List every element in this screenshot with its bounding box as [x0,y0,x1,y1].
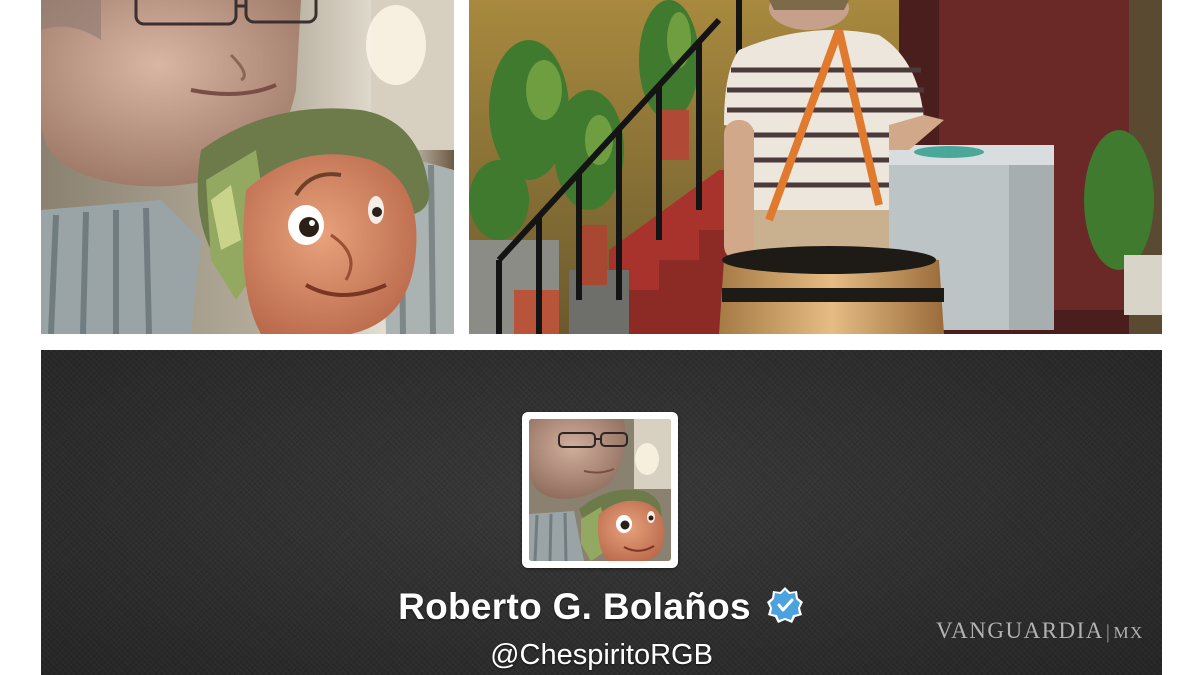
man-in-barrel-photo-image [469,0,1162,334]
man-with-puppet-photo-image [41,0,454,334]
photo-man-in-barrel [469,0,1162,334]
profile-name[interactable]: Roberto G. Bolaños [398,586,751,628]
watermark-text: VANGUARDIA [936,618,1104,643]
watermark-suffix: MX [1113,623,1144,642]
profile-avatar[interactable] [522,412,678,568]
watermark-separator: | [1105,621,1112,643]
verified-check-icon [766,587,803,623]
profile-avatar-image [529,419,671,561]
photo-man-with-puppet [41,0,454,334]
watermark: VANGUARDIA | MX [936,618,1144,644]
